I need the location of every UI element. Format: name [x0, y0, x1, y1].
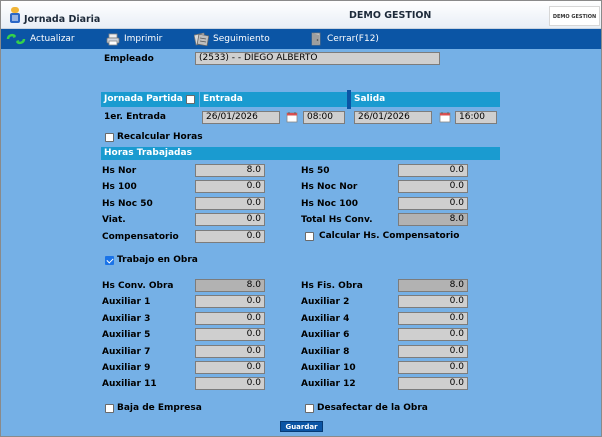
guardar-button[interactable]: Guardar [280, 421, 323, 432]
actualizar-button[interactable]: Actualizar [6, 29, 75, 49]
auxiliar-8-field[interactable]: 0.0 [398, 345, 468, 358]
hs-100-label: Hs 100 [102, 182, 137, 192]
auxiliar-8-label: Auxiliar 8 [301, 347, 350, 357]
viat-field[interactable]: 0.0 [195, 213, 265, 226]
hs-fis-obra-field: 8.0 [398, 279, 468, 292]
empleado-field[interactable]: (2533) - - DIEGO ALBERTO [195, 52, 440, 65]
hs-noc-100-label: Hs Noc 100 [301, 199, 358, 209]
seguimiento-button[interactable]: Seguimiento [194, 29, 270, 49]
auxiliar-12-field[interactable]: 0.0 [398, 377, 468, 390]
hs-noc-50-field[interactable]: 0.0 [195, 197, 265, 210]
entrada-hora-field[interactable]: 08:00 [303, 111, 345, 124]
jornada-partida-header: Jornada Partida [101, 92, 199, 107]
actualizar-label: Actualizar [30, 34, 75, 44]
imprimir-button[interactable]: Imprimir [106, 29, 162, 49]
auxiliar-9-label: Auxiliar 9 [102, 363, 151, 373]
viat-label: Viat. [102, 215, 126, 225]
total-hs-conv-field: 8.0 [398, 213, 468, 226]
hs-conv-obra-label: Hs Conv. Obra [102, 281, 174, 291]
primera-entrada-label: 1er. Entrada [104, 112, 166, 122]
baja-empresa-checkbox[interactable] [105, 404, 114, 413]
jornada-partida-checkbox[interactable] [186, 95, 195, 104]
auxiliar-6-label: Auxiliar 6 [301, 330, 350, 340]
horas-trabajadas-label: Horas Trabajadas [104, 148, 192, 158]
auxiliar-7-field[interactable]: 0.0 [195, 345, 265, 358]
auxiliar-3-label: Auxiliar 3 [102, 314, 151, 324]
printer-icon [106, 33, 120, 45]
hs-50-field[interactable]: 0.0 [398, 164, 468, 177]
compensatorio-field[interactable]: 0.0 [195, 230, 265, 243]
auxiliar-10-label: Auxiliar 10 [301, 363, 356, 373]
cerrar-label: Cerrar(F12) [327, 34, 379, 44]
auxiliar-10-field[interactable]: 0.0 [398, 361, 468, 374]
trabajo-obra-checkbox[interactable] [105, 256, 114, 265]
calcular-compensatorio-checkbox[interactable] [305, 232, 314, 241]
title-bar: Jornada Diaria DEMO GESTION DEMO GESTION [1, 1, 601, 29]
salida-header: Salida [351, 92, 500, 107]
auxiliar-4-field[interactable]: 0.0 [398, 312, 468, 325]
hs-conv-obra-field: 8.0 [195, 279, 265, 292]
hs-noc-50-label: Hs Noc 50 [102, 199, 153, 209]
desafectar-obra-checkbox[interactable] [305, 404, 314, 413]
hs-noc-100-field[interactable]: 0.0 [398, 197, 468, 210]
window-title: Jornada Diaria [24, 14, 101, 25]
imprimir-label: Imprimir [124, 34, 163, 44]
auxiliar-5-field[interactable]: 0.0 [195, 328, 265, 341]
recalcular-checkbox[interactable] [105, 133, 114, 142]
auxiliar-12-label: Auxiliar 12 [301, 379, 356, 389]
entrada-header: Entrada [200, 92, 347, 107]
auxiliar-6-field[interactable]: 0.0 [398, 328, 468, 341]
trabajo-obra-label: Trabajo en Obra [117, 255, 198, 265]
salida-header-label: Salida [354, 94, 386, 104]
auxiliar-1-label: Auxiliar 1 [102, 297, 151, 307]
app-icon [10, 7, 20, 23]
calcular-compensatorio-label: Calcular Hs. Compensatorio [319, 231, 460, 241]
total-hs-conv-label: Total Hs Conv. [301, 215, 373, 225]
seguimiento-label: Seguimiento [213, 34, 270, 44]
jornada-partida-label: Jornada Partida [104, 94, 183, 104]
tracking-icon [194, 32, 209, 46]
salida-hora-field[interactable]: 16:00 [455, 111, 497, 124]
horas-trabajadas-header: Horas Trabajadas [101, 147, 500, 160]
baja-empresa-label: Baja de Empresa [117, 403, 202, 413]
hs-fis-obra-label: Hs Fis. Obra [301, 281, 363, 291]
auxiliar-7-label: Auxiliar 7 [102, 347, 151, 357]
refresh-icon [6, 33, 26, 45]
salida-fecha-field[interactable]: 26/01/2026 [354, 111, 432, 124]
entrada-calendar-icon[interactable] [286, 111, 298, 123]
auxiliar-4-label: Auxiliar 4 [301, 314, 350, 324]
jornada-diaria-window: Jornada Diaria DEMO GESTION DEMO GESTION… [0, 0, 602, 437]
logo-text: DEMO GESTION [552, 14, 597, 20]
hs-50-label: Hs 50 [301, 166, 330, 176]
compensatorio-label: Compensatorio [102, 232, 179, 242]
auxiliar-2-label: Auxiliar 2 [301, 297, 350, 307]
auxiliar-3-field[interactable]: 0.0 [195, 312, 265, 325]
salida-calendar-icon[interactable] [439, 111, 451, 123]
hs-100-field[interactable]: 0.0 [195, 180, 265, 193]
entrada-header-label: Entrada [203, 94, 243, 104]
auxiliar-1-field[interactable]: 0.0 [195, 295, 265, 308]
hs-nor-label: Hs Nor [102, 166, 137, 176]
auxiliar-5-label: Auxiliar 5 [102, 330, 151, 340]
cerrar-button[interactable]: Cerrar(F12) [310, 29, 379, 49]
auxiliar-11-field[interactable]: 0.0 [195, 377, 265, 390]
desafectar-obra-label: Desafectar de la Obra [317, 403, 428, 413]
toolbar: Actualizar Imprimir Seguimiento Cerrar(F… [1, 29, 601, 49]
empleado-label: Empleado [104, 54, 154, 64]
door-icon [311, 32, 321, 46]
company-logo: DEMO GESTION [549, 6, 600, 26]
hs-noc-nor-field[interactable]: 0.0 [398, 180, 468, 193]
entrada-fecha-field[interactable]: 26/01/2026 [202, 111, 280, 124]
recalcular-label: Recalcular Horas [117, 132, 203, 142]
auxiliar-11-label: Auxiliar 11 [102, 379, 157, 389]
auxiliar-2-field[interactable]: 0.0 [398, 295, 468, 308]
hs-noc-nor-label: Hs Noc Nor [301, 182, 358, 192]
hs-nor-field[interactable]: 8.0 [195, 164, 265, 177]
auxiliar-9-field[interactable]: 0.0 [195, 361, 265, 374]
company-name: DEMO GESTION [349, 10, 432, 21]
